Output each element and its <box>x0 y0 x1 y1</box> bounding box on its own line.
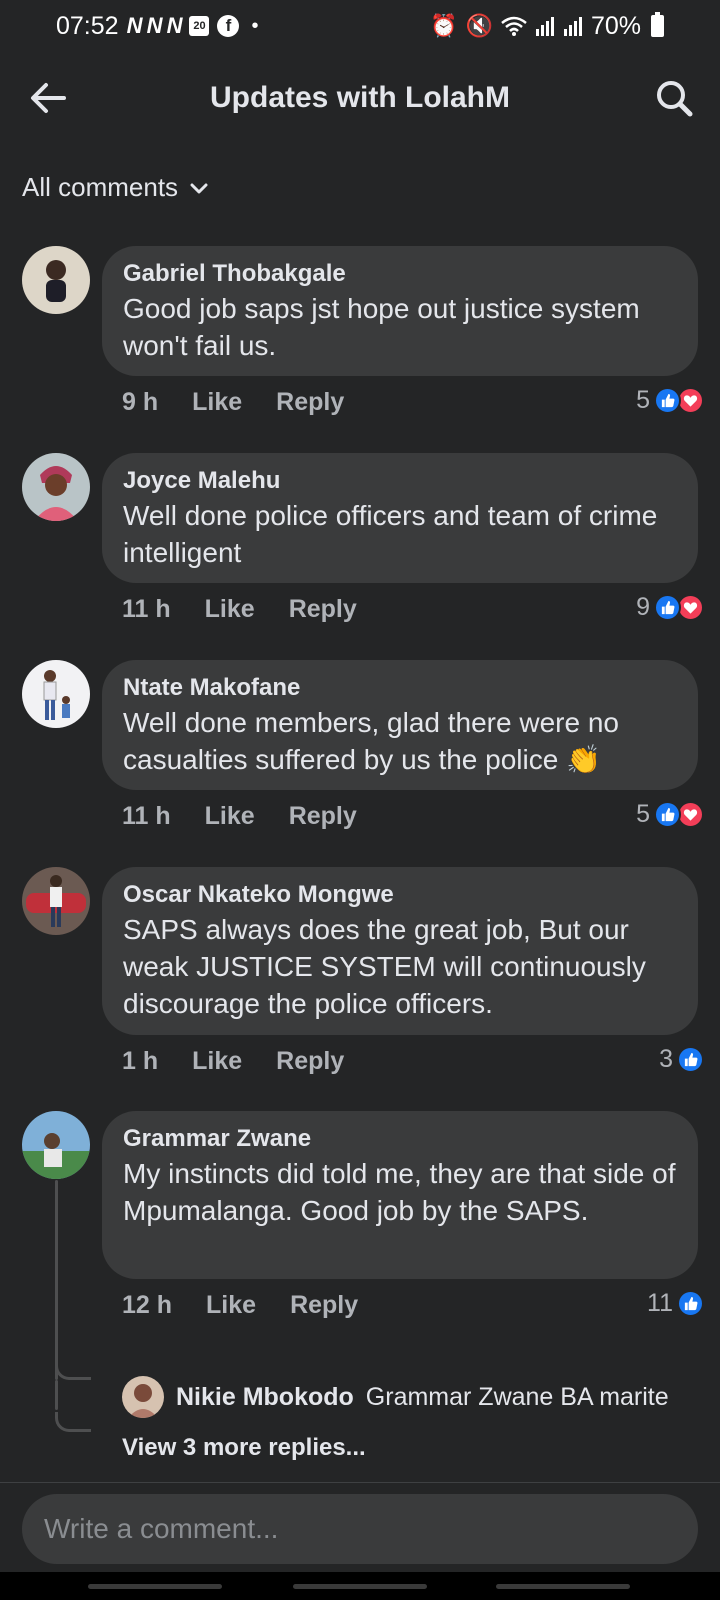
comments-filter-dropdown[interactable]: All comments <box>22 172 208 203</box>
comment-text: My instincts did told me, they are that … <box>123 1158 676 1226</box>
status-time: 07:52 <box>56 11 119 40</box>
comment-time: 1 h <box>122 1047 159 1075</box>
comment-bubble: Ntate Makofane Well done members, glad t… <box>102 660 698 790</box>
like-button[interactable]: Like <box>206 1291 256 1320</box>
like-button[interactable]: Like <box>205 595 255 624</box>
commenter-name[interactable]: Gabriel Thobakgale <box>123 258 678 290</box>
thread-line <box>55 1180 58 1380</box>
commenter-name[interactable]: Joyce Malehu <box>123 465 678 497</box>
comment-text: Well done police officers and team of cr… <box>123 500 658 568</box>
avatar[interactable] <box>22 453 90 521</box>
comment-bubble: Grammar Zwane My instincts did told me, … <box>102 1111 698 1279</box>
comment-bubble: Gabriel Thobakgale Good job saps jst hop… <box>102 246 698 376</box>
comment-time: 11 h <box>122 595 171 623</box>
signal-icon <box>535 17 554 36</box>
reaction-summary[interactable]: 5 <box>636 800 704 829</box>
back-button[interactable] <box>26 76 70 120</box>
chevron-down-icon <box>190 183 208 193</box>
reply-button[interactable]: Reply <box>289 595 357 624</box>
battery-icon <box>651 12 664 37</box>
avatar[interactable] <box>122 1376 164 1418</box>
reply-button[interactable]: Reply <box>276 1047 344 1076</box>
reaction-summary[interactable]: 11 <box>647 1289 704 1318</box>
reply-text: Grammar Zwane BA marite <box>365 1382 669 1411</box>
search-icon <box>657 81 693 117</box>
nav-back-button[interactable] <box>496 1584 630 1589</box>
like-reaction-icon <box>654 387 681 414</box>
like-reaction-icon <box>654 594 681 621</box>
comment-time: 12 h <box>122 1291 173 1319</box>
reply-author[interactable]: Nikie Mbokodo <box>176 1383 354 1412</box>
reply-button[interactable]: Reply <box>276 388 344 417</box>
comment-text: Well done members, glad there were no ca… <box>123 707 619 775</box>
thread-branch <box>55 1412 91 1432</box>
comment-actions: 11 h Like Reply <box>122 802 357 831</box>
facebook-icon: f <box>217 15 240 37</box>
signal-icon-2 <box>563 17 582 36</box>
nav-recents-button[interactable] <box>88 1584 222 1589</box>
reply-preview[interactable]: Nikie Mbokodo Grammar Zwane BA marite <box>122 1376 669 1418</box>
view-more-replies-link[interactable]: View 3 more replies... <box>122 1434 366 1462</box>
nav-home-button[interactable] <box>293 1584 427 1589</box>
commenter-name[interactable]: Oscar Nkateko Mongwe <box>123 879 678 911</box>
like-reaction-icon <box>677 1046 704 1073</box>
like-button[interactable]: Like <box>205 802 255 831</box>
battery-percent: 70% <box>590 11 641 40</box>
clapping-hands-emoji: 👏 <box>566 744 601 775</box>
reaction-count: 5 <box>636 386 650 414</box>
reaction-summary[interactable]: 3 <box>659 1045 704 1074</box>
love-reaction-icon <box>677 801 704 828</box>
search-button[interactable] <box>652 76 696 120</box>
more-notifications-icon: • <box>251 14 259 37</box>
like-reaction-icon <box>654 801 681 828</box>
avatar[interactable] <box>22 867 90 935</box>
comment-input-placeholder: Write a comment... <box>44 1513 279 1544</box>
reaction-count: 9 <box>636 593 650 621</box>
system-nav-bar <box>0 1572 720 1600</box>
comment-actions: 12 h Like Reply <box>122 1291 358 1320</box>
avatar[interactable] <box>22 1111 90 1179</box>
like-button[interactable]: Like <box>192 1047 242 1076</box>
filter-label: All comments <box>22 172 179 202</box>
commenter-name[interactable]: Ntate Makofane <box>123 672 678 704</box>
reaction-summary[interactable]: 9 <box>636 593 704 622</box>
thread-line <box>55 1380 58 1410</box>
comment-time: 11 h <box>122 802 171 830</box>
comment-text: Good job saps jst hope out justice syste… <box>123 293 640 361</box>
reaction-count: 11 <box>647 1289 673 1317</box>
comment-bubble: Joyce Malehu Well done police officers a… <box>102 453 698 583</box>
comment-actions: 11 h Like Reply <box>122 595 357 624</box>
arrow-left-icon <box>31 83 66 113</box>
reply-button[interactable]: Reply <box>289 802 357 831</box>
comment-actions: 9 h Like Reply <box>122 388 344 417</box>
wifi-icon <box>501 16 527 36</box>
reaction-summary[interactable]: 5 <box>636 386 704 415</box>
status-bar: 07:52 N N N 20 f • ⏰ 🔇 70% <box>0 0 720 52</box>
thread-branch <box>55 1360 91 1380</box>
love-reaction-icon <box>677 594 704 621</box>
divider <box>0 1482 720 1483</box>
like-reaction-icon <box>677 1290 704 1317</box>
comment-actions: 1 h Like Reply <box>122 1047 344 1076</box>
comment-time: 9 h <box>122 388 159 416</box>
notification-n-icons: N N N <box>126 13 183 38</box>
comment-text: SAPS always does the great job, But our … <box>123 914 646 1019</box>
comment-input[interactable]: Write a comment... <box>22 1494 698 1564</box>
comment-bubble: Oscar Nkateko Mongwe SAPS always does th… <box>102 867 698 1035</box>
reaction-count: 3 <box>659 1045 673 1073</box>
like-button[interactable]: Like <box>192 388 242 417</box>
avatar[interactable] <box>22 660 90 728</box>
page-header: Updates with LolahM <box>0 62 720 134</box>
alarm-icon: ⏰ <box>430 13 458 38</box>
commenter-name[interactable]: Grammar Zwane <box>123 1123 678 1155</box>
reply-button[interactable]: Reply <box>290 1291 358 1320</box>
love-reaction-icon <box>677 387 704 414</box>
reaction-count: 5 <box>636 800 650 828</box>
page-title: Updates with LolahM <box>210 81 510 114</box>
mute-icon: 🔇 <box>465 13 493 38</box>
calendar-icon: 20 <box>189 16 210 36</box>
avatar[interactable] <box>22 246 90 314</box>
